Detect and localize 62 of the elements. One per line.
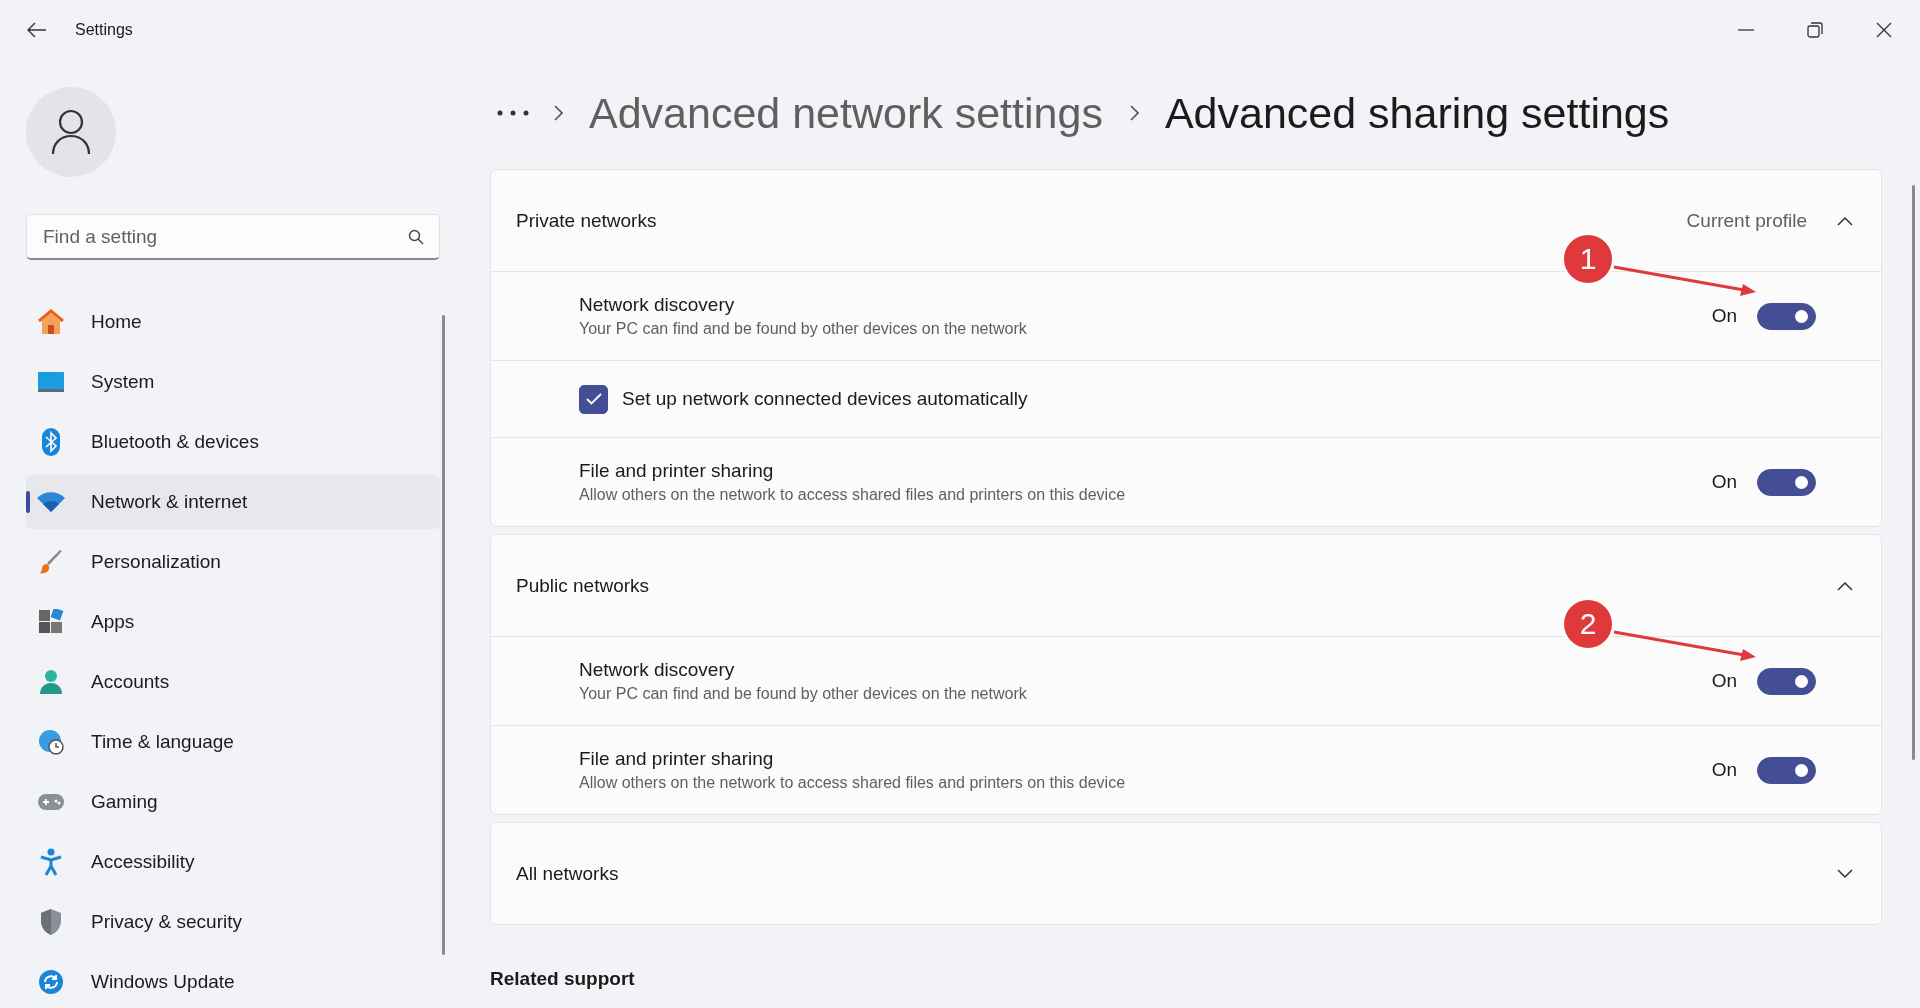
restore-icon[interactable] <box>1807 22 1823 38</box>
checkbox-label[interactable]: Set up network connected devices automatically <box>622 388 1028 410</box>
breadcrumb-item[interactable]: Advanced network settings <box>589 88 1103 138</box>
setting-title: Network discovery <box>579 294 736 316</box>
toggle-state-label: On <box>1711 471 1737 493</box>
toggle-switch[interactable] <box>1757 468 1816 496</box>
callout-number: 1 <box>1564 234 1612 283</box>
setting-description: Allow others on the network to access shared files and printers on this device <box>579 486 1127 504</box>
setting-title: File and printer sharing <box>579 460 775 482</box>
callout-number: 2 <box>1564 599 1612 648</box>
person-icon <box>51 109 91 155</box>
sidebar-item[interactable]: Privacy & security <box>26 895 440 949</box>
chevron-right-icon <box>553 105 563 121</box>
close-icon[interactable] <box>1876 22 1892 38</box>
setting-description: Your PC can find and be found by other devices on the network <box>579 320 1028 338</box>
search-field[interactable]: Find a setting <box>26 214 440 260</box>
search-icon[interactable] <box>408 229 424 245</box>
section-heading: Related support <box>490 968 636 990</box>
gamepad-icon <box>36 792 66 812</box>
toggle-switch[interactable] <box>1757 667 1816 695</box>
apps-icon <box>36 609 66 635</box>
toggle-state-label: On <box>1711 305 1737 327</box>
chevron-right-icon <box>1128 105 1139 121</box>
profile-label: Current profile <box>1686 209 1807 232</box>
house-icon <box>36 309 66 335</box>
chevron-up-icon[interactable] <box>1837 215 1853 226</box>
chevron-down-icon[interactable] <box>1837 868 1853 879</box>
sidebar-item[interactable]: Home <box>26 295 440 349</box>
refresh-icon <box>36 969 66 995</box>
wifi-icon <box>36 491 66 513</box>
toggle-switch[interactable] <box>1757 756 1816 784</box>
toggle-state-label: On <box>1711 759 1737 781</box>
scrollbar[interactable] <box>442 315 445 955</box>
setting-title: Network discovery <box>579 659 736 681</box>
section-title[interactable]: Private networks <box>516 209 657 231</box>
sidebar-item[interactable]: Gaming <box>26 775 440 829</box>
sidebar-item[interactable]: Windows Update <box>26 955 440 1008</box>
setting-title: File and printer sharing <box>579 748 775 770</box>
sidebar-item[interactable]: Accessibility <box>26 835 440 889</box>
setting-description: Your PC can find and be found by other devices on the network <box>579 685 1028 703</box>
chevron-up-icon[interactable] <box>1837 580 1853 591</box>
scrollbar[interactable] <box>1912 185 1915 760</box>
checkbox[interactable] <box>579 384 608 414</box>
sidebar-item[interactable]: Bluetooth & devices <box>26 415 440 469</box>
sidebar-item[interactable]: Personalization <box>26 535 440 589</box>
toggle-switch[interactable] <box>1757 302 1816 330</box>
globe-clock-icon <box>36 729 66 755</box>
monitor-icon <box>36 371 66 393</box>
window-title: Settings <box>75 21 133 39</box>
section-title[interactable]: All networks <box>516 862 619 884</box>
sidebar-item[interactable]: Apps <box>26 595 440 649</box>
section-title[interactable]: Public networks <box>516 574 650 596</box>
sidebar-item[interactable]: Accounts <box>26 655 440 709</box>
setting-description: Allow others on the network to access shared files and printers on this device <box>579 774 1127 792</box>
more-icon[interactable] <box>497 110 529 116</box>
sidebar-item[interactable]: Time & language <box>26 715 440 769</box>
breadcrumb-item: Advanced sharing settings <box>1164 88 1670 138</box>
sidebar-item[interactable]: Network & internet <box>26 475 440 529</box>
checkmark-icon <box>585 393 602 405</box>
back-arrow-icon[interactable] <box>27 22 47 38</box>
toggle-state-label: On <box>1711 670 1737 692</box>
sidebar-item[interactable]: System <box>26 355 440 409</box>
